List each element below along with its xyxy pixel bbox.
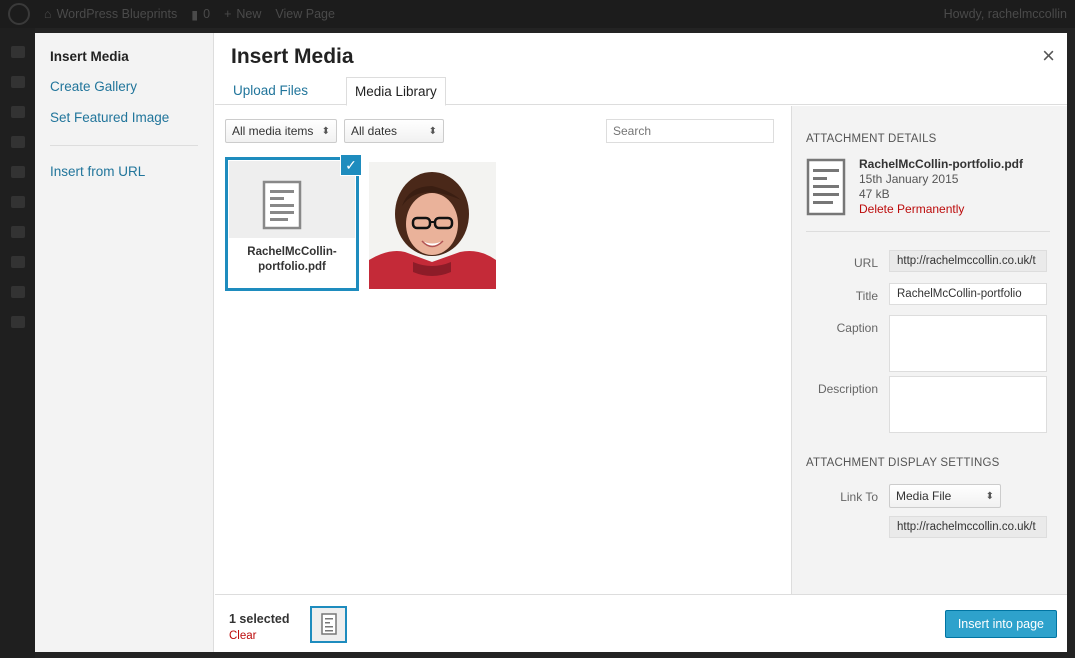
attachment-sidebar: Attachment Details RachelMcCollin-portfo… [791, 106, 1067, 594]
admin-menu [0, 28, 35, 658]
url-field[interactable]: http://rachelmccollin.co.uk/t [889, 250, 1047, 272]
url-label: URL [853, 256, 878, 270]
tab-media-library[interactable]: Media Library [346, 77, 446, 106]
appearance-icon[interactable] [11, 196, 25, 208]
menu-item-insert-from-url[interactable]: Insert from URL [50, 164, 145, 179]
media-type-filter[interactable]: All media items ⬍ [225, 119, 337, 143]
document-icon [321, 613, 337, 635]
home-icon: ⌂ [44, 7, 52, 21]
attachment-photo[interactable] [369, 162, 496, 289]
link-to-label: Link To [840, 490, 878, 504]
tools-icon[interactable] [11, 286, 25, 298]
details-divider [806, 231, 1050, 232]
router-tabs: Upload Files Media Library [215, 75, 1067, 106]
select-arrows-icon: ⬍ [428, 125, 437, 137]
checkmark-icon[interactable]: ✓ [340, 154, 362, 176]
insert-into-page-button[interactable]: Insert into page [944, 610, 1057, 638]
view-page-link[interactable]: View Page [275, 7, 335, 21]
tab-upload-files[interactable]: Upload Files [225, 77, 316, 106]
clear-selection-link[interactable]: Clear [229, 630, 256, 642]
menu-item-insert-media[interactable]: Insert Media [50, 49, 129, 64]
details-filename: RachelMcCollin-portfolio.pdf [859, 157, 1023, 171]
link-to-select[interactable]: Media File ⬍ [889, 484, 1001, 508]
wordpress-logo-icon[interactable] [8, 3, 30, 25]
attachment-document[interactable]: RachelMcCollin-portfolio.pdf ✓ [225, 154, 362, 291]
new-content-link[interactable]: + New [224, 7, 261, 21]
site-name-link[interactable]: ⌂ WordPress Blueprints [44, 7, 177, 21]
attachment-details-heading: Attachment Details [806, 133, 937, 145]
comment-icon: ▮ [191, 7, 199, 22]
settings-icon[interactable] [11, 316, 25, 328]
selection-count: 1 selected [229, 612, 290, 626]
attachment-filename: RachelMcCollin-portfolio.pdf [228, 238, 356, 288]
date-filter[interactable]: All dates ⬍ [344, 119, 444, 143]
plus-icon: + [224, 7, 232, 21]
attachments-browser: All media items ⬍ All dates ⬍ RachelMcCo… [215, 106, 791, 594]
menu-separator [50, 145, 198, 146]
plugins-icon[interactable] [11, 226, 25, 238]
select-arrows-icon: ⬍ [985, 490, 994, 502]
portrait-image [369, 162, 496, 289]
media-frame-menu: Insert Media Create Gallery Set Featured… [35, 33, 214, 652]
selected-attachment-thumbnail[interactable] [310, 606, 347, 643]
close-icon[interactable]: × [1042, 43, 1055, 69]
delete-permanently-link[interactable]: Delete Permanently [859, 202, 1023, 217]
comments-link[interactable]: ▮ 0 [191, 7, 210, 22]
select-arrows-icon: ⬍ [321, 125, 330, 137]
description-label: Description [817, 382, 878, 396]
posts-icon[interactable] [11, 76, 25, 88]
admin-bar: ⌂ WordPress Blueprints ▮ 0 + New View Pa… [0, 0, 1075, 28]
media-toolbar: 1 selected Clear Insert into page [215, 594, 1067, 652]
modal-title: Insert Media [231, 45, 354, 68]
document-icon [262, 180, 302, 230]
description-field[interactable] [889, 376, 1047, 433]
title-field[interactable]: RachelMcCollin-portfolio [889, 283, 1047, 305]
comments-icon[interactable] [11, 166, 25, 178]
caption-field[interactable] [889, 315, 1047, 372]
search-input[interactable] [606, 119, 774, 143]
pages-icon[interactable] [11, 136, 25, 148]
menu-item-create-gallery[interactable]: Create Gallery [50, 79, 137, 94]
link-url-field[interactable]: http://rachelmccollin.co.uk/t [889, 516, 1047, 538]
title-label: Title [855, 289, 878, 303]
document-icon [806, 158, 846, 216]
dashboard-icon[interactable] [11, 46, 25, 58]
menu-item-set-featured-image[interactable]: Set Featured Image [50, 110, 169, 125]
details-size: 47 kB [859, 187, 890, 201]
display-settings-heading: Attachment Display Settings [806, 457, 1000, 469]
users-icon[interactable] [11, 256, 25, 268]
details-date: 15th January 2015 [859, 172, 959, 186]
media-modal: Insert Media Create Gallery Set Featured… [35, 33, 1067, 652]
caption-label: Caption [836, 321, 878, 335]
media-icon[interactable] [11, 106, 25, 118]
account-link[interactable]: Howdy, rachelmccollin [944, 7, 1067, 21]
